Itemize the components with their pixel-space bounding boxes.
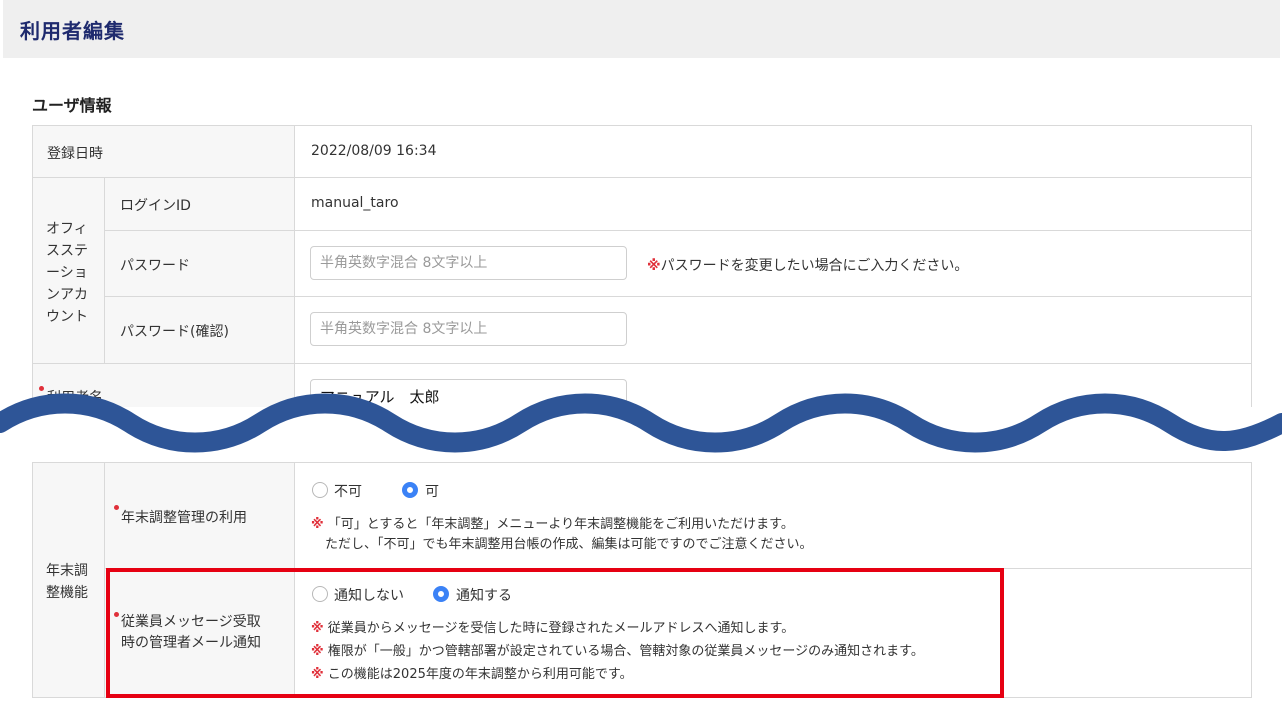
note-mark: ※ bbox=[647, 258, 661, 274]
password-note-text: パスワードを変更したい場合にご入力ください。 bbox=[660, 258, 969, 274]
login-id-value: manual_taro bbox=[311, 195, 399, 211]
year-end-group-label: 年末調 整機能 bbox=[46, 560, 88, 604]
year-end-use-note-text1: 「可」とすると「年末調整」メニューより年末調整機能をご利用いただけます。 bbox=[327, 517, 794, 532]
radio-disallow[interactable] bbox=[312, 482, 328, 498]
password-label: パスワード bbox=[120, 258, 190, 274]
registered-label: 登録日時 bbox=[47, 146, 103, 162]
account-group-label-line: オフィ bbox=[46, 221, 88, 237]
section-title: ユーザ情報 bbox=[32, 96, 112, 115]
year-end-group-label-line: 年末調 bbox=[46, 563, 88, 579]
account-group-label-line: ンアカ bbox=[46, 287, 88, 303]
account-group-label-line: スステ bbox=[46, 243, 88, 259]
password-confirm-label: パスワード(確認) bbox=[120, 324, 229, 340]
radio-allow-label[interactable]: 可 bbox=[425, 481, 439, 501]
password-note: ※パスワードを変更したい場合にご入力ください。 bbox=[647, 255, 968, 275]
password-input[interactable] bbox=[310, 246, 627, 280]
radio-allow[interactable] bbox=[402, 482, 418, 498]
account-group-label-line: ウント bbox=[46, 309, 88, 325]
required-dot bbox=[114, 505, 119, 510]
year-end-use-note-line2: ただし、「不可」でも年末調整用台帳の作成、編集は可能ですのでご注意ください。 bbox=[325, 537, 813, 552]
omission-wave bbox=[0, 393, 1282, 463]
radio-disallow-label[interactable]: 不可 bbox=[334, 481, 362, 501]
login-id-value-cell bbox=[294, 177, 1252, 231]
password-confirm-input[interactable] bbox=[310, 312, 627, 346]
year-end-use-label: 年末調整管理の利用 bbox=[121, 510, 247, 526]
page-header: 利用者編集 bbox=[3, 0, 1280, 58]
year-end-use-note-line1: ※ 「可」とすると「年末調整」メニューより年末調整機能をご利用いただけます。 bbox=[311, 513, 794, 532]
page-title: 利用者編集 bbox=[20, 19, 125, 43]
account-group-label-line: ーショ bbox=[46, 265, 88, 281]
registered-value: 2022/08/09 16:34 bbox=[311, 143, 437, 159]
note-mark: ※ bbox=[311, 517, 324, 532]
year-end-group-label-line: 整機能 bbox=[46, 585, 88, 601]
registered-value-cell bbox=[294, 125, 1252, 178]
highlight-box bbox=[106, 568, 1004, 698]
account-group-label: オフィ スステ ーショ ンアカ ウント bbox=[46, 218, 88, 328]
login-id-label: ログインID bbox=[120, 198, 191, 214]
